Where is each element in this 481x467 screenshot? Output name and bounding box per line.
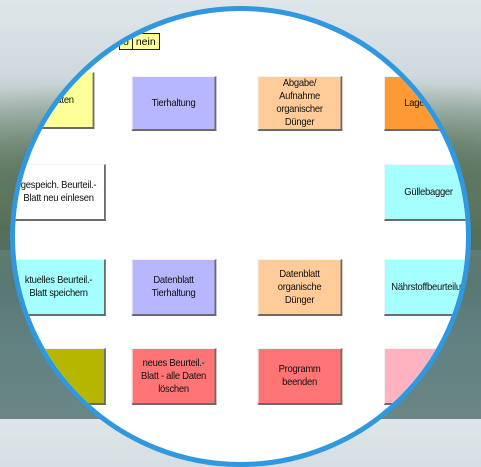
neues-blatt-loeschen-button[interactable]: neues Beurteil.-Blatt - alle Daten lösch… — [131, 348, 217, 405]
stammdaten-button[interactable]: ammdaten — [15, 72, 95, 129]
gespeichertes-blatt-einlesen-button[interactable]: gespeich. Beurteil.-Blatt neu einlesen — [15, 164, 106, 221]
tierhaltung-button[interactable]: Tierhaltung — [131, 76, 217, 131]
olive-button[interactable] — [15, 348, 106, 405]
beurteilungsblatt-speichern-button[interactable]: ktuelles Beurteil.-Blatt speichern — [15, 259, 106, 316]
pink-button[interactable] — [384, 348, 466, 405]
naehrstoffbeurteilung-button[interactable]: Nährstoffbeurteilun — [384, 259, 466, 316]
guellebagger-button[interactable]: Güllebagger — [384, 164, 466, 221]
ja-nein-toggle: o nein — [119, 33, 160, 50]
menu-circle-frame: o nein ammdaten Tierhaltung Abgabe/ Aufn… — [10, 6, 471, 467]
menu-panel: o nein ammdaten Tierhaltung Abgabe/ Aufn… — [15, 11, 466, 462]
nein-option[interactable]: nein — [131, 33, 160, 50]
ja-option[interactable]: o — [119, 33, 132, 50]
datenblatt-organische-duenger-button[interactable]: Datenblatt organische Dünger — [257, 259, 343, 316]
abgabe-aufnahme-button[interactable]: Abgabe/ Aufnahme organischer Dünger — [257, 76, 343, 131]
programm-beenden-button[interactable]: Programm beenden — [257, 348, 343, 405]
lagerkapazitaet-button[interactable]: Lagerkapazi — [384, 76, 466, 131]
datenblatt-tierhaltung-button[interactable]: Datenblatt Tierhaltung — [131, 259, 217, 316]
